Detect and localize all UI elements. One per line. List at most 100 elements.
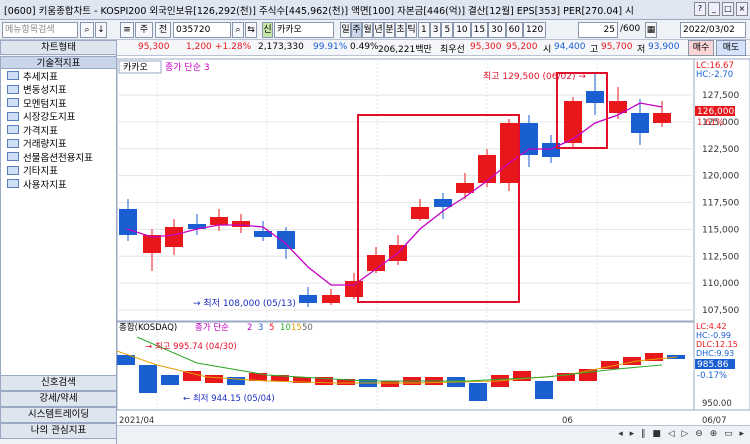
candle (434, 199, 452, 207)
sidebar-menu-0[interactable]: 신호검색 (0, 375, 117, 391)
sidebar-menu-1[interactable]: 강세/약세 (0, 391, 117, 407)
period-tab-5[interactable]: 초 (395, 22, 406, 38)
lower-legend-period: 5 (269, 323, 274, 333)
candle (500, 123, 518, 183)
search-code-icon[interactable]: ⌕ (232, 22, 244, 38)
lower-legend-period: 15 (291, 323, 302, 333)
candle (299, 295, 317, 303)
number-tab-1[interactable]: 3 (429, 22, 442, 38)
turnover: 0.49% (350, 42, 379, 52)
group-icon[interactable]: 신 (262, 22, 273, 38)
lower-candle (161, 375, 179, 385)
period-tab-3[interactable]: 년 (373, 22, 384, 38)
low-price: 93,900 (648, 42, 680, 52)
lower-candle (139, 365, 157, 393)
lower-legend-period: 2 (247, 323, 252, 333)
open-label: 시 (543, 45, 552, 55)
sidebar-menu-3[interactable]: 나의 관심지표 (0, 423, 117, 439)
y-tick-label: 107,500 (702, 306, 739, 316)
number-tab-7[interactable]: 120 (523, 22, 547, 38)
number-tab-3[interactable]: 10 (453, 22, 471, 38)
lower-current-rate: -0.17% (697, 371, 727, 381)
candle (277, 231, 295, 249)
count-total: /600 (620, 24, 641, 34)
indicator-folder-5[interactable]: 거래량지표 (1, 137, 116, 150)
main-toolbar: 메뉴항목검색 ⌕ ↓ ≡ 주 전 035720 ⌕ ⇆ 신 카카오 일주월년분초… (0, 20, 750, 40)
candle (143, 235, 161, 253)
link-icon[interactable]: ⇆ (245, 22, 257, 38)
date-input[interactable]: 2022/03/02 (680, 22, 746, 38)
indicator-folder-3[interactable]: 시장강도지표 (1, 110, 116, 123)
change-rate: +1.28% (215, 42, 252, 52)
search-icon[interactable]: ⌕ (80, 22, 94, 38)
low-label: 저 (637, 45, 646, 55)
period-tab-4[interactable]: 분 (384, 22, 395, 38)
indicator-folder-label: 기타지표 (23, 166, 58, 178)
indicator-tree: 추세지표변동성지표 모멘텀지표 시장강도지표 가격지표 거래량지표 선물옵션전용지표기타지… (0, 68, 117, 414)
down-arrow-icon[interactable]: ↓ (95, 22, 107, 38)
number-tab-4[interactable]: 15 (470, 22, 489, 38)
help-icon[interactable]: ? (694, 2, 706, 16)
menu-icon[interactable]: ≡ (120, 22, 134, 38)
y-tick-label: 122,500 (702, 145, 739, 155)
number-tab-6[interactable]: 60 (505, 22, 524, 38)
stock-name: 카카오 (274, 22, 334, 38)
window-title: [0600] 키움종합차트 - KOSPI200 외국인보유[126,292(천… (4, 5, 634, 17)
stock-code-input[interactable]: 035720 (173, 22, 231, 38)
tab-chart-type[interactable]: 차트형태 (0, 40, 117, 55)
y-tick-label: 115,000 (702, 225, 739, 235)
count-input[interactable]: 25 (578, 22, 618, 38)
period-select[interactable]: 주 (135, 22, 153, 38)
number-tab-0[interactable]: 1 (418, 22, 430, 38)
indicator-folder-2[interactable]: 모멘텀지표 (1, 96, 116, 110)
folder-icon (7, 125, 19, 135)
period-tab-6[interactable]: 틱 (406, 22, 417, 38)
y-tick-label: 117,500 (702, 199, 739, 209)
number-tab-5[interactable]: 30 (488, 22, 506, 38)
high-note: 최고 129,500 (06/02) → (483, 71, 586, 82)
calendar-icon[interactable]: ▦ (645, 22, 657, 38)
sidebar-menu-2[interactable]: 시스템트레이딩 (0, 407, 117, 423)
indicator-folder-1[interactable]: 변동성지표 (1, 83, 116, 97)
indicator-folder-label: 변동성지표 (23, 85, 67, 97)
candle (520, 123, 538, 155)
prev-button[interactable]: 전 (155, 22, 171, 38)
indicator-folder-0[interactable]: 추세지표 (1, 69, 116, 83)
indicator-folder-label: 추세지표 (23, 71, 58, 83)
indicator-folder-8[interactable]: 사용자지표 (1, 177, 116, 191)
maximize-icon[interactable]: □ (722, 2, 734, 16)
chart-nav-icons[interactable]: ◂ ▸ ‖ ■ ◁ ▷ ⊖ ⊕ ▭ ▸ (618, 429, 746, 439)
upper-legend-ma: 종가 단순 3 (165, 62, 210, 73)
indicator-folder-4[interactable]: 가격지표 (1, 123, 116, 137)
candle (210, 217, 228, 225)
indicator-folder-label: 모멘텀지표 (23, 98, 67, 110)
candle (345, 281, 363, 297)
lower-legend-period: 10 (280, 323, 291, 333)
candle (165, 227, 183, 247)
ask-price: 95,300 (470, 42, 502, 52)
bid-price: 95,200 (506, 42, 538, 52)
period-tab-0[interactable]: 일 (340, 22, 351, 38)
buy-button[interactable]: 매수 (688, 40, 714, 56)
stock-chart[interactable]: 127,500125,000122,500120,000117,500115,0… (117, 56, 750, 432)
sell-button[interactable]: 매도 (716, 40, 746, 56)
folder-icon (7, 84, 19, 94)
period-tab-2[interactable]: 월 (362, 22, 373, 38)
number-tab-2[interactable]: 5 (441, 22, 454, 38)
candle (478, 155, 496, 183)
close-icon[interactable]: × (736, 2, 748, 16)
lower-hc: HC:-0.99 (696, 331, 731, 340)
indicator-folder-7[interactable]: 기타지표 (1, 164, 116, 178)
lower-legend-period: 50 (302, 323, 313, 333)
upper-hc: HC:-2.70 (696, 70, 733, 80)
title-bar: [0600] 키움종합차트 - KOSPI200 외국인보유[126,292(천… (0, 0, 750, 20)
minimize-icon[interactable]: _ (708, 2, 720, 16)
current-rate: 1.61% (697, 118, 724, 128)
ask-label: 최우선 (440, 45, 465, 55)
y-tick-label: 120,000 (702, 172, 739, 182)
menu-search-input[interactable]: 메뉴항목검색 (2, 22, 78, 38)
volume-rate: 99.91% (313, 42, 348, 52)
period-tab-1[interactable]: 주 (351, 22, 362, 38)
folder-icon (7, 71, 19, 81)
indicator-folder-6[interactable]: 선물옵션전용지표 (1, 150, 116, 164)
